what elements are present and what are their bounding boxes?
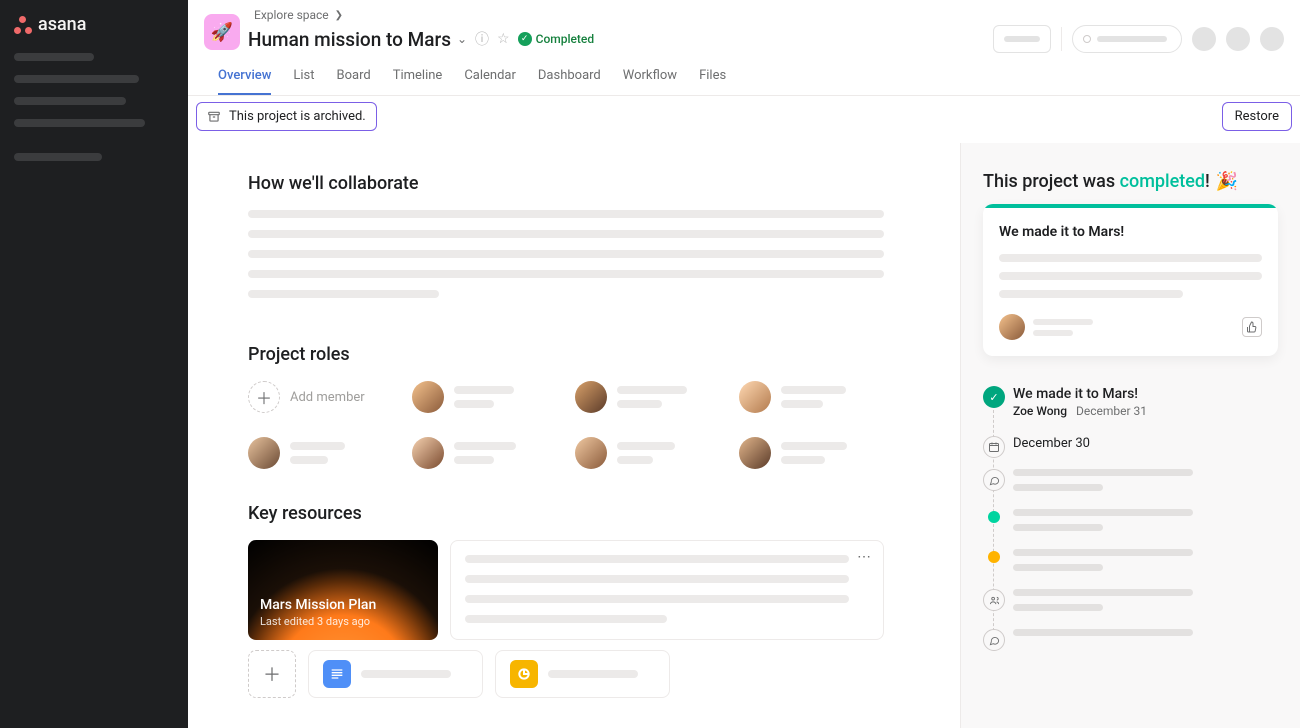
sidebar-item[interactable] [14, 153, 102, 161]
sidebar-item[interactable] [14, 119, 145, 127]
project-tabs: Overview List Board Timeline Calendar Da… [218, 62, 1284, 95]
section-collaborate-title: How we'll collaborate [248, 173, 884, 194]
tab-workflow[interactable]: Workflow [623, 62, 677, 95]
party-popper-icon: 🎉 [1216, 171, 1238, 192]
brand[interactable]: asana [14, 14, 174, 35]
like-button[interactable] [1242, 317, 1262, 337]
add-member-label: Add member [290, 390, 365, 405]
header-button[interactable] [993, 25, 1051, 53]
timeline-item[interactable] [1013, 509, 1278, 531]
avatar [248, 437, 280, 469]
breadcrumb[interactable]: Explore space ❯ [204, 6, 1284, 24]
sidebar-item[interactable] [14, 97, 126, 105]
status-panel: This project was completed! 🎉 We made it… [960, 143, 1300, 728]
member-avatar[interactable] [1260, 27, 1284, 51]
chevron-right-icon: ❯ [335, 10, 343, 21]
sidebar-item[interactable] [14, 53, 94, 61]
section-resources-title: Key resources [248, 503, 884, 524]
project-brief-title: Mars Mission Plan [260, 597, 426, 613]
timeline-item[interactable] [1013, 469, 1278, 491]
status-panel-title: This project was completed! 🎉 [983, 171, 1278, 192]
sidebar-item[interactable] [14, 75, 139, 83]
tab-dashboard[interactable]: Dashboard [538, 62, 601, 95]
add-member[interactable]: ＋ Add member [248, 381, 394, 413]
sidebar: asana [0, 0, 188, 728]
status-dot-icon [988, 551, 1000, 563]
star-icon[interactable]: ☆ [497, 31, 510, 47]
search-pill[interactable] [1072, 25, 1182, 53]
plus-icon: ＋ [248, 381, 280, 413]
timeline-item[interactable]: ✓ We made it to Mars! Zoe Wong December … [1013, 386, 1278, 418]
resource-description[interactable]: ⋯ [450, 540, 884, 640]
chevron-down-icon[interactable]: ⌄ [457, 32, 467, 46]
people-icon [983, 589, 1005, 611]
archive-banner: This project is archived. Restore [188, 96, 1300, 143]
archive-icon [207, 110, 221, 124]
timeline-item-title: We made it to Mars! [1013, 386, 1278, 402]
tab-overview[interactable]: Overview [218, 62, 271, 95]
timeline-item[interactable] [1013, 629, 1278, 636]
asana-logo-icon [14, 16, 32, 34]
status-update-card[interactable]: We made it to Mars! [983, 204, 1278, 356]
archive-message: This project is archived. [196, 102, 377, 131]
project-brief-card[interactable]: Mars Mission Plan Last edited 3 days ago [248, 540, 438, 640]
timeline-item[interactable] [1013, 589, 1278, 611]
project-role[interactable] [575, 381, 721, 413]
timeline-item-meta: Zoe Wong December 31 [1013, 404, 1278, 418]
doc-icon [323, 660, 351, 688]
section-roles-title: Project roles [248, 344, 884, 365]
check-circle-icon: ✓ [983, 386, 1005, 408]
calendar-icon [983, 436, 1005, 458]
more-icon[interactable]: ⋯ [857, 549, 873, 565]
avatar [575, 437, 607, 469]
resource-file-card[interactable] [495, 650, 670, 698]
check-circle-icon: ✓ [518, 32, 532, 46]
tab-calendar[interactable]: Calendar [464, 62, 516, 95]
member-avatar[interactable] [1226, 27, 1250, 51]
timeline-date-marker: December 30 [1013, 436, 1278, 451]
project-role[interactable] [412, 437, 558, 469]
header-actions [993, 25, 1284, 53]
avatar [575, 381, 607, 413]
project-header: Explore space ❯ 🚀 Human mission to Mars … [188, 0, 1300, 96]
tab-list[interactable]: List [293, 62, 314, 95]
avatar [739, 381, 771, 413]
avatar [739, 437, 771, 469]
archive-text: This project is archived. [229, 109, 366, 124]
slides-icon [510, 660, 538, 688]
project-role[interactable] [739, 381, 885, 413]
project-role[interactable] [739, 437, 885, 469]
project-role[interactable] [248, 437, 394, 469]
timeline-item[interactable] [1013, 549, 1278, 571]
project-brief-subtitle: Last edited 3 days ago [260, 615, 426, 628]
brand-name: asana [38, 14, 86, 35]
status-chip[interactable]: ✓ Completed [518, 32, 595, 46]
collaborate-body[interactable] [248, 210, 884, 298]
info-icon[interactable]: ⓘ [475, 29, 489, 49]
comment-icon [983, 629, 1005, 651]
tab-board[interactable]: Board [337, 62, 371, 95]
avatar [412, 381, 444, 413]
author-avatar[interactable] [999, 314, 1025, 340]
project-role[interactable] [575, 437, 721, 469]
resources: Mars Mission Plan Last edited 3 days ago… [248, 540, 884, 640]
resource-file-card[interactable] [308, 650, 483, 698]
comment-icon [983, 469, 1005, 491]
tab-timeline[interactable]: Timeline [393, 62, 443, 95]
member-avatar[interactable] [1192, 27, 1216, 51]
activity-timeline: ✓ We made it to Mars! Zoe Wong December … [983, 386, 1278, 636]
project-title[interactable]: Human mission to Mars [248, 28, 451, 51]
tab-files[interactable]: Files [699, 62, 726, 95]
status-label: Completed [536, 32, 595, 46]
status-card-title: We made it to Mars! [999, 224, 1262, 240]
restore-button[interactable]: Restore [1222, 102, 1292, 131]
status-dot-icon [988, 511, 1000, 523]
add-resource-button[interactable]: ＋ [248, 650, 296, 698]
breadcrumb-parent[interactable]: Explore space [254, 8, 329, 22]
project-role[interactable] [412, 381, 558, 413]
avatar [412, 437, 444, 469]
roles-grid: ＋ Add member [248, 381, 884, 469]
project-icon[interactable]: 🚀 [204, 14, 240, 50]
